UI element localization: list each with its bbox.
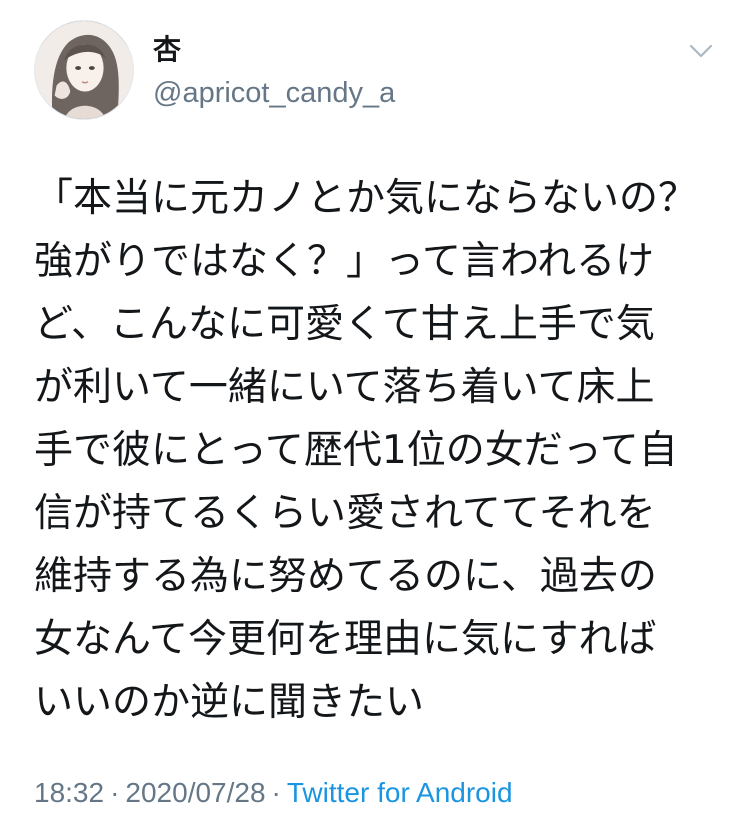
tweet-line: 信が持てるくらい愛されててそれを [34, 491, 656, 536]
tweet-line: 強がりではなく？」って言われるけ [34, 239, 655, 284]
tweet-text: 「本当に元カノとか気にならないの？ 強がりではなく？」って言われるけ ど、こんな… [34, 167, 724, 734]
tweet-source-link[interactable]: Twitter for Android [287, 777, 513, 808]
meta-separator: · [110, 777, 120, 808]
tweet-line: が利いて一緒にいて落ち着いて床上 [34, 365, 655, 410]
tweet-date[interactable]: 2020/07/28 [125, 777, 265, 808]
user-handle[interactable]: @apricot_candy_a [153, 76, 395, 110]
meta-separator: · [271, 777, 281, 808]
display-name[interactable]: 杏 [153, 34, 181, 66]
avatar[interactable] [34, 20, 134, 120]
tweet-meta: 18:32 · 2020/07/28 · Twitter for Android [34, 773, 513, 813]
tweet-line: 手で彼にとって歴代1位の女だって自 [34, 428, 678, 473]
tweet-line: 女なんて今更何を理由に気にすれば [34, 617, 657, 662]
tweet-line: 「本当に元カノとか気にならないの？ [34, 176, 698, 221]
chevron-down-icon[interactable] [686, 36, 716, 66]
tweet-line: いいのか逆に聞きたい [34, 680, 425, 725]
tweet-header: 杏 @apricot_candy_a [34, 20, 724, 124]
avatar-illustration-icon [35, 21, 133, 119]
tweet-line: 維持する為に努めてるのに、過去の [34, 554, 657, 599]
tweet-line: ど、こんなに可愛くて甘え上手で気 [34, 302, 655, 347]
tweet-time[interactable]: 18:32 [34, 777, 104, 808]
